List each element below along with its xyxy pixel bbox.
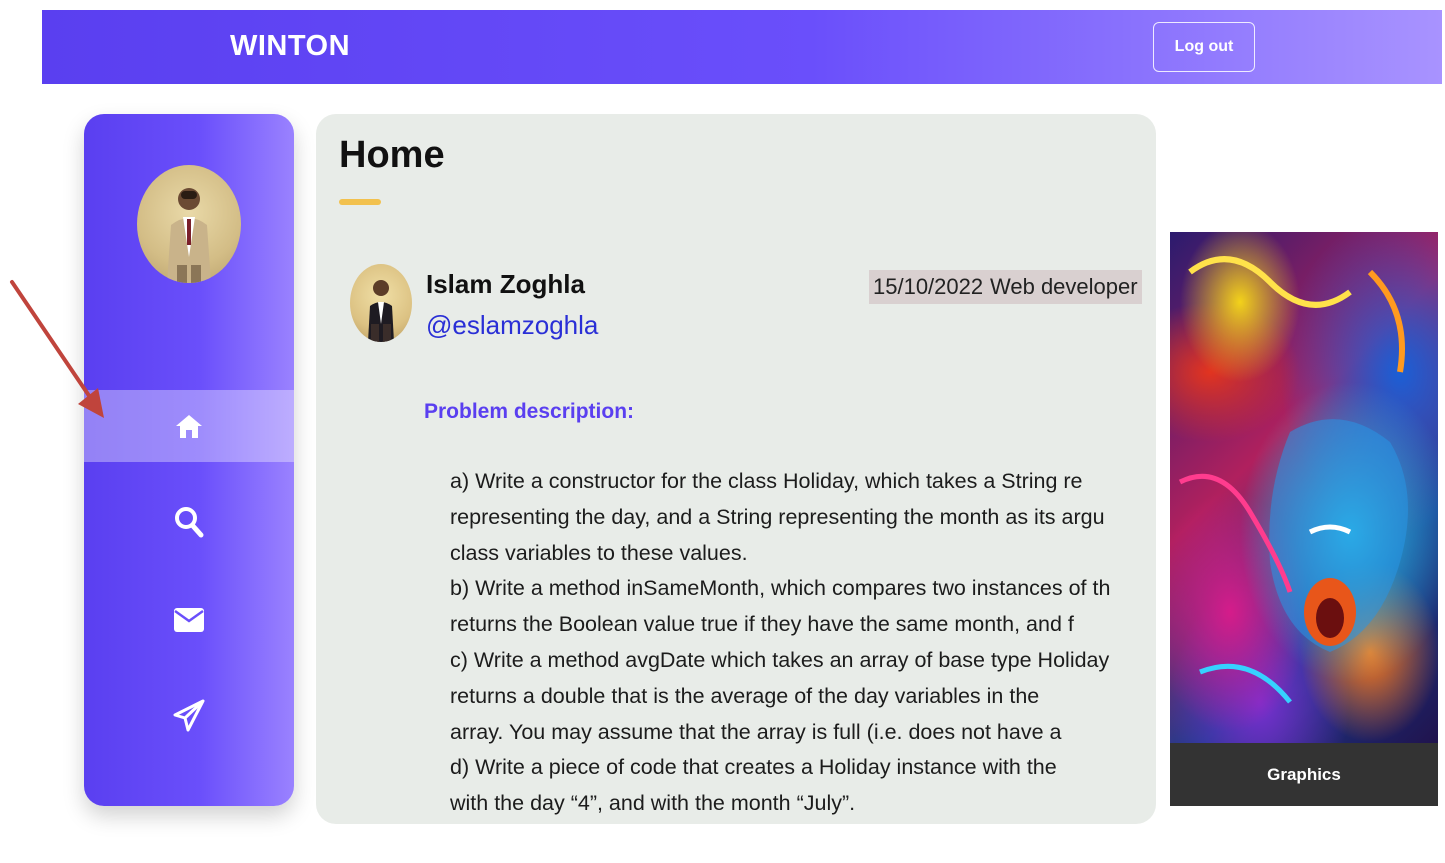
problem-line: array. You may assume that the array is … xyxy=(450,719,1062,744)
annotation-arrow-icon xyxy=(10,280,104,418)
abstract-art-image xyxy=(1178,256,1408,704)
post-author-avatar[interactable] xyxy=(350,264,412,342)
person-figure-icon xyxy=(368,280,394,342)
profile-avatar[interactable] xyxy=(137,165,241,283)
post-date-badge: 15/10/2022 xyxy=(869,270,988,304)
problem-line: d) Write a piece of code that creates a … xyxy=(450,755,1057,780)
home-icon xyxy=(176,415,202,438)
logout-button[interactable]: Log out xyxy=(1153,22,1255,72)
problem-line: representing the day, and a String repre… xyxy=(450,504,1105,529)
page-title: Home xyxy=(339,134,445,176)
title-underline xyxy=(339,199,381,205)
graphics-card[interactable]: Graphics xyxy=(1170,232,1438,806)
problem-line: returns a double that is the average of … xyxy=(450,683,1040,708)
problem-line: returns the Boolean value true if they h… xyxy=(450,612,1074,637)
paper-plane-icon xyxy=(173,699,205,732)
sidebar-item-send[interactable] xyxy=(84,680,294,752)
post-author-handle[interactable]: @eslamzoghla xyxy=(426,310,598,341)
graphics-image xyxy=(1170,232,1438,743)
sidebar xyxy=(84,114,294,806)
problem-line: c) Write a method avgDate which takes an… xyxy=(450,647,1110,672)
problem-description-body: a) Write a constructor for the class Hol… xyxy=(450,464,1150,822)
search-icon xyxy=(175,507,204,538)
sidebar-item-search[interactable] xyxy=(84,486,294,558)
problem-description-heading: Problem description: xyxy=(424,400,635,423)
person-figure-icon xyxy=(167,188,211,283)
brand-logo[interactable]: WINTON xyxy=(230,30,350,63)
problem-line: a) Write a constructor for the class Hol… xyxy=(450,469,1083,493)
main-content-card: Home Islam Zoghla @eslamzoghla 15/10/202… xyxy=(316,114,1156,824)
sidebar-item-mail[interactable] xyxy=(84,584,294,656)
post-role-badge: Web developer xyxy=(986,270,1142,304)
top-navbar: WINTON Log out xyxy=(42,10,1442,84)
graphics-caption: Graphics xyxy=(1170,743,1438,806)
problem-line: with the day “4”, and with the month “Ju… xyxy=(450,791,856,816)
post-author-name[interactable]: Islam Zoghla xyxy=(426,269,585,300)
problem-line: b) Write a method inSameMonth, which com… xyxy=(450,576,1111,601)
problem-line: class variables to these values. xyxy=(450,540,748,565)
envelope-icon xyxy=(174,608,204,632)
